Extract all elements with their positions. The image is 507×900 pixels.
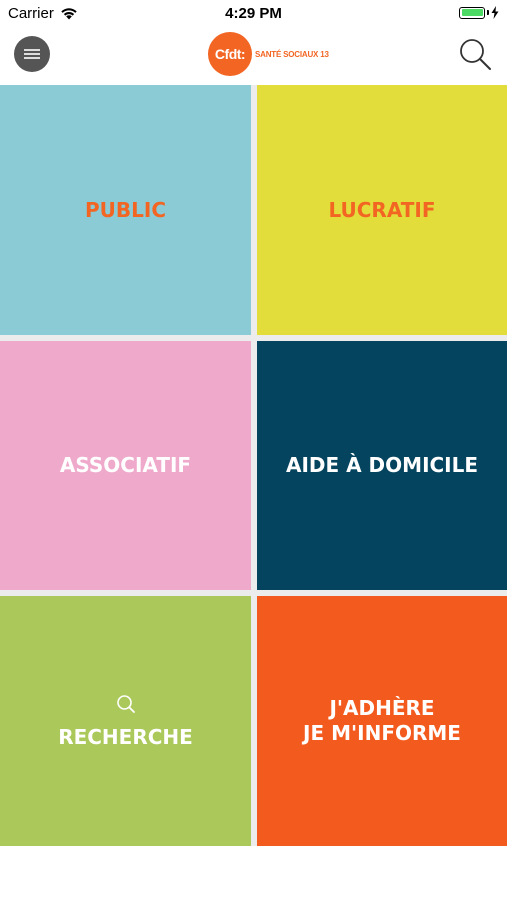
battery-indicator	[459, 6, 499, 19]
logo-circle: Cfdt:	[208, 32, 252, 76]
tile-public-label: PUBLIC	[84, 197, 166, 222]
tile-lucratif-label: LUCRATIF	[328, 197, 436, 222]
brand-logo[interactable]: Cfdt: SANTÉ SOCIAUX 13	[208, 32, 329, 76]
status-time: 4:29 PM	[225, 5, 282, 22]
tile-adhere-informe-label: J'ADHÈRE JE M'INFORME	[303, 696, 461, 745]
tile-public[interactable]: PUBLIC	[0, 85, 251, 335]
tile-recherche-label: RECHERCHE	[58, 724, 193, 749]
tile-lucratif[interactable]: LUCRATIF	[257, 85, 507, 335]
search-icon[interactable]	[457, 36, 493, 72]
tile-recherche[interactable]: RECHERCHE	[0, 596, 251, 846]
hamburger-menu-line	[24, 53, 40, 55]
logo-subtitle: SANTÉ SOCIAUX 13	[255, 49, 329, 59]
tile-adhere-informe[interactable]: J'ADHÈRE JE M'INFORME	[257, 596, 507, 846]
search-icon	[116, 694, 135, 713]
category-grid: PUBLIC LUCRATIF ASSOCIATIF AIDE À DOMICI…	[0, 85, 507, 846]
tile-associatif[interactable]: ASSOCIATIF	[0, 341, 251, 590]
charging-bolt-icon	[491, 6, 499, 19]
battery-fill	[461, 9, 483, 16]
hamburger-menu-icon	[24, 49, 40, 51]
battery-icon	[459, 6, 485, 19]
tile-associatif-label: ASSOCIATIF	[59, 453, 192, 477]
battery-tip	[487, 10, 489, 15]
tile-aide-a-domicile[interactable]: AIDE À DOMICILE	[257, 341, 507, 590]
tile-aide-a-domicile-label: AIDE À DOMICILE	[285, 453, 479, 477]
nav-bar: Cfdt: SANTÉ SOCIAUX 13	[0, 28, 507, 82]
status-bar: Carrier 4:29 PM	[0, 0, 507, 28]
hamburger-menu-line	[24, 57, 40, 59]
menu-button[interactable]	[14, 36, 50, 72]
